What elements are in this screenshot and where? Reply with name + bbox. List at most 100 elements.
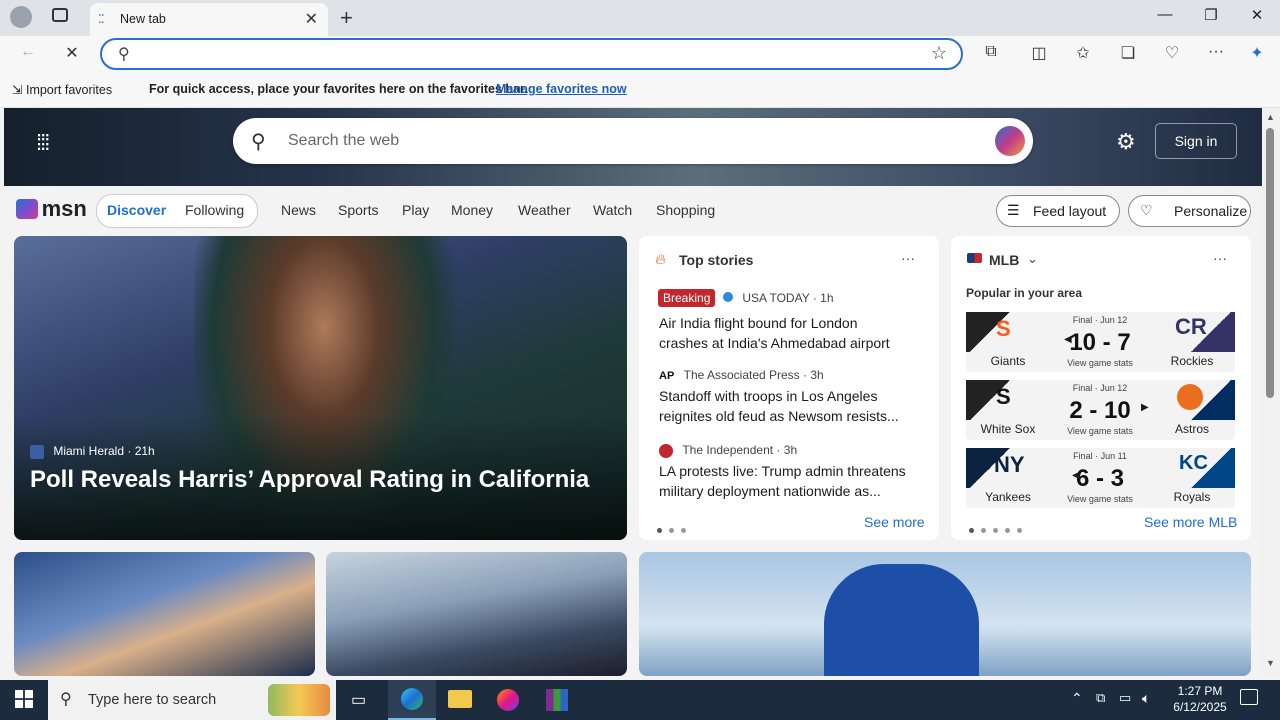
msn-search-box[interactable]: ⚲ Search the web xyxy=(233,118,1033,164)
copilot-icon[interactable]: ✦ xyxy=(1243,43,1271,63)
nav-watch[interactable]: Watch xyxy=(593,202,632,218)
minimize-button[interactable]: — xyxy=(1142,6,1188,23)
tab-title: New tab xyxy=(120,12,166,26)
favorite-star-icon[interactable]: ☆ xyxy=(931,43,947,64)
ap-icon: AP xyxy=(659,370,675,382)
nav-money[interactable]: Money xyxy=(451,202,493,218)
view-game-stats-link[interactable]: View game stats xyxy=(1050,358,1150,368)
tray-icon[interactable]: ⧉ xyxy=(1096,690,1105,706)
view-game-stats-link[interactable]: View game stats xyxy=(1050,426,1150,436)
story-title[interactable]: Standoff with troops in Los Angeles reig… xyxy=(659,386,909,426)
close-window-button[interactable]: ✕ xyxy=(1234,6,1280,24)
cap-shape xyxy=(824,564,979,676)
game-row[interactable]: S White Sox Final · Jun 12 2 - 10 ▶ View… xyxy=(966,380,1235,440)
game-row[interactable]: NY Yankees Final · Jun 11 6 - 3 ◀ View g… xyxy=(966,448,1235,508)
breaking-badge: Breaking xyxy=(658,289,716,307)
stop-button[interactable]: ✕ xyxy=(58,43,86,63)
winrar-icon[interactable] xyxy=(546,689,568,711)
usa-today-icon xyxy=(723,292,733,302)
team-name: Giants xyxy=(990,354,1026,368)
scroll-thumb[interactable] xyxy=(1266,128,1274,398)
astros-logo xyxy=(1165,380,1235,420)
game-row[interactable]: S Giants Final · Jun 12 10 - 7 ◀ View ga… xyxy=(966,312,1235,372)
page-scrollbar[interactable]: ▲ ▼ xyxy=(1262,108,1280,676)
team-name: White Sox xyxy=(980,422,1036,436)
chevron-down-icon[interactable]: ⌄ xyxy=(1027,251,1038,267)
story-source-row: USA TODAY · 1h xyxy=(723,291,834,305)
hero-headline[interactable]: Poll Reveals Harris’ Approval Rating in … xyxy=(30,466,589,494)
more-options-icon[interactable]: ··· xyxy=(1213,250,1227,266)
show-hidden-icons[interactable]: ⌃ xyxy=(1071,690,1083,707)
clock[interactable]: 1:27 PM 6/12/2025 xyxy=(1168,683,1232,715)
manage-favorites-link[interactable]: Manage favorites now xyxy=(496,82,627,96)
back-button[interactable]: ← xyxy=(14,43,42,61)
firefox-icon[interactable] xyxy=(497,689,519,711)
story-card-image[interactable] xyxy=(14,552,315,676)
story-title[interactable]: Air India flight bound for London crashe… xyxy=(659,313,909,353)
new-tab-button[interactable]: + xyxy=(340,5,353,31)
taskbar-search-box[interactable]: ⚲ Type here to search xyxy=(48,680,336,720)
sign-in-button[interactable]: Sign in xyxy=(1155,123,1237,159)
winner-arrow-icon: ▶ xyxy=(1141,402,1149,413)
story-card-image[interactable] xyxy=(326,552,627,676)
more-options-icon[interactable]: ··· xyxy=(901,250,915,266)
story-title[interactable]: LA protests live: Trump admin threatens … xyxy=(659,461,909,501)
edge-taskbar-icon[interactable] xyxy=(388,680,436,720)
copilot-icon[interactable] xyxy=(995,126,1025,156)
restore-button[interactable]: ❐ xyxy=(1188,6,1234,24)
story-age: 3h xyxy=(783,443,798,457)
story-age: 3h xyxy=(810,368,824,382)
browser-essentials-icon[interactable]: ♡ xyxy=(1158,43,1186,63)
profile-icon[interactable] xyxy=(10,6,32,28)
close-tab-icon[interactable]: ✕ xyxy=(305,9,318,29)
tab-following[interactable]: Following xyxy=(185,202,244,218)
loading-icon: ⁚⁚ xyxy=(98,12,105,26)
team-name: Astros xyxy=(1174,422,1209,436)
scroll-down-icon[interactable]: ▼ xyxy=(1266,658,1275,668)
tab-discover[interactable]: Discover xyxy=(107,202,166,218)
rockies-logo: CR xyxy=(1165,312,1235,352)
tab-new-tab[interactable]: ⁚⁚ New tab ✕ xyxy=(90,3,328,36)
search-highlight-icon xyxy=(268,684,330,716)
volume-icon[interactable]: 🔈︎ xyxy=(1142,690,1150,707)
hero-age: 21h xyxy=(134,444,155,458)
see-more-link[interactable]: See more xyxy=(864,514,925,530)
nav-news[interactable]: News xyxy=(281,202,316,218)
msn-logo[interactable]: msn xyxy=(16,196,87,221)
game-score: 2 - 10 xyxy=(1069,397,1131,424)
video-card-image[interactable] xyxy=(639,552,1251,676)
settings-more-icon[interactable]: ··· xyxy=(1202,43,1230,61)
scroll-up-icon[interactable]: ▲ xyxy=(1266,112,1275,122)
split-screen-icon[interactable]: ◫ xyxy=(1025,43,1053,63)
hero-story-card[interactable]: Miami Herald · 21h Poll Reveals Harris’ … xyxy=(14,236,627,540)
nav-shopping[interactable]: Shopping xyxy=(656,202,715,218)
search-icon: ⚲ xyxy=(118,46,130,63)
mlb-logo-icon xyxy=(967,253,982,263)
tab-actions-icon[interactable] xyxy=(52,8,68,22)
nav-play[interactable]: Play xyxy=(402,202,429,218)
extensions-icon[interactable]: ⧉ xyxy=(977,43,1005,61)
see-more-mlb-link[interactable]: See more MLB xyxy=(1144,514,1237,530)
nav-weather[interactable]: Weather xyxy=(518,202,571,218)
msn-logo-text: msn xyxy=(41,196,87,221)
notifications-icon[interactable] xyxy=(1240,689,1258,705)
view-game-stats-link[interactable]: View game stats xyxy=(1050,494,1150,504)
apps-grid-icon[interactable]: ⁞⁞⁞ xyxy=(36,130,50,156)
file-explorer-icon[interactable] xyxy=(448,690,472,708)
msn-settings-icon[interactable]: ⚙ xyxy=(1116,129,1136,155)
carousel-dots[interactable] xyxy=(969,521,1029,536)
nav-sports[interactable]: Sports xyxy=(338,202,378,218)
address-bar[interactable]: ⚲ ☆ xyxy=(100,38,963,70)
import-favorites-button[interactable]: ⇲ Import favorites xyxy=(12,82,112,97)
favorites-icon[interactable]: ✩ xyxy=(1069,43,1097,63)
story-source-row: The Independent · 3h xyxy=(659,443,797,458)
network-icon[interactable]: ▭ xyxy=(1119,690,1131,706)
import-favorites-label: Import favorites xyxy=(25,83,113,97)
top-stories-title[interactable]: Top stories xyxy=(679,252,753,268)
search-icon: ⚲ xyxy=(251,131,266,153)
carousel-dots[interactable] xyxy=(657,521,693,536)
task-view-icon[interactable]: ▭ xyxy=(351,690,366,710)
mlb-title[interactable]: MLB xyxy=(989,252,1019,268)
clock-time: 1:27 PM xyxy=(1177,684,1223,698)
collections-icon[interactable]: ❏ xyxy=(1114,43,1142,63)
